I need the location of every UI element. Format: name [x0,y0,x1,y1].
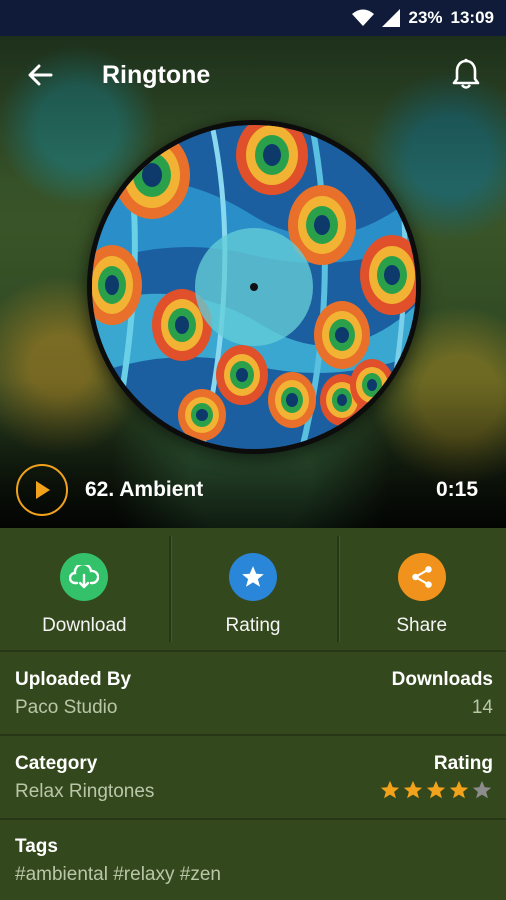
download-label: Download [42,615,127,636]
status-bar: 23% 13:09 [0,0,506,36]
tags-value[interactable]: #ambiental #relaxy #zen [15,864,221,886]
divider [0,818,506,820]
uploaded-by-value[interactable]: Paco Studio [15,697,131,719]
star-empty-icon [472,780,492,799]
divider [0,650,506,652]
star-filled-icon [426,780,446,799]
share-label: Share [396,615,448,636]
share-icon [397,553,446,601]
track-name: 62. Ambient [85,478,204,501]
share-button[interactable]: Share [337,528,506,650]
uploaded-by-heading: Uploaded By [15,669,132,690]
downloads-count: 14 [471,697,493,718]
back-button[interactable] [12,47,68,103]
battery-percent: 23% [408,8,443,27]
toolbar: Ringtone [0,36,506,114]
play-button[interactable] [16,464,68,516]
category-row: Category Relax Ringtones Rating [15,753,493,813]
category-value[interactable]: Relax Ringtones [15,781,154,803]
uploader-row: Uploaded By Paco Studio Downloads 14 [15,669,493,729]
action-row: Download Rating Share [0,528,506,650]
cloud-download-icon [60,553,109,601]
category-heading: Category [15,753,98,774]
notification-button[interactable] [440,48,492,100]
rating-label: Rating [225,615,281,636]
star-icon [229,553,277,601]
wifi-icon [352,9,375,26]
star-filled-icon [380,780,400,799]
tags-heading: Tags [15,836,58,857]
star-filled-icon [403,780,423,799]
play-icon [36,481,50,499]
download-button[interactable]: Download [0,528,169,650]
downloads-heading: Downloads [391,669,493,690]
vinyl-disc [87,120,421,454]
hero-artwork: Ringtone 62. Ambient 0:15 [0,36,506,528]
rating-button[interactable]: Rating [168,528,338,650]
tags-row: Tags #ambiental #relaxy #zen [15,836,493,896]
clock: 13:09 [450,8,494,27]
signal-icon [382,9,401,27]
disc-spindle-hole [250,283,258,291]
star-filled-icon [449,780,469,799]
rating-heading: Rating [433,753,493,774]
arrow-back-icon [28,64,53,86]
player-bar: 62. Ambient 0:15 [0,462,506,518]
rating-stars [379,779,493,801]
page-title: Ringtone [102,60,211,89]
bell-icon [452,58,480,89]
divider [0,734,506,736]
track-duration: 0:15 [435,478,478,501]
